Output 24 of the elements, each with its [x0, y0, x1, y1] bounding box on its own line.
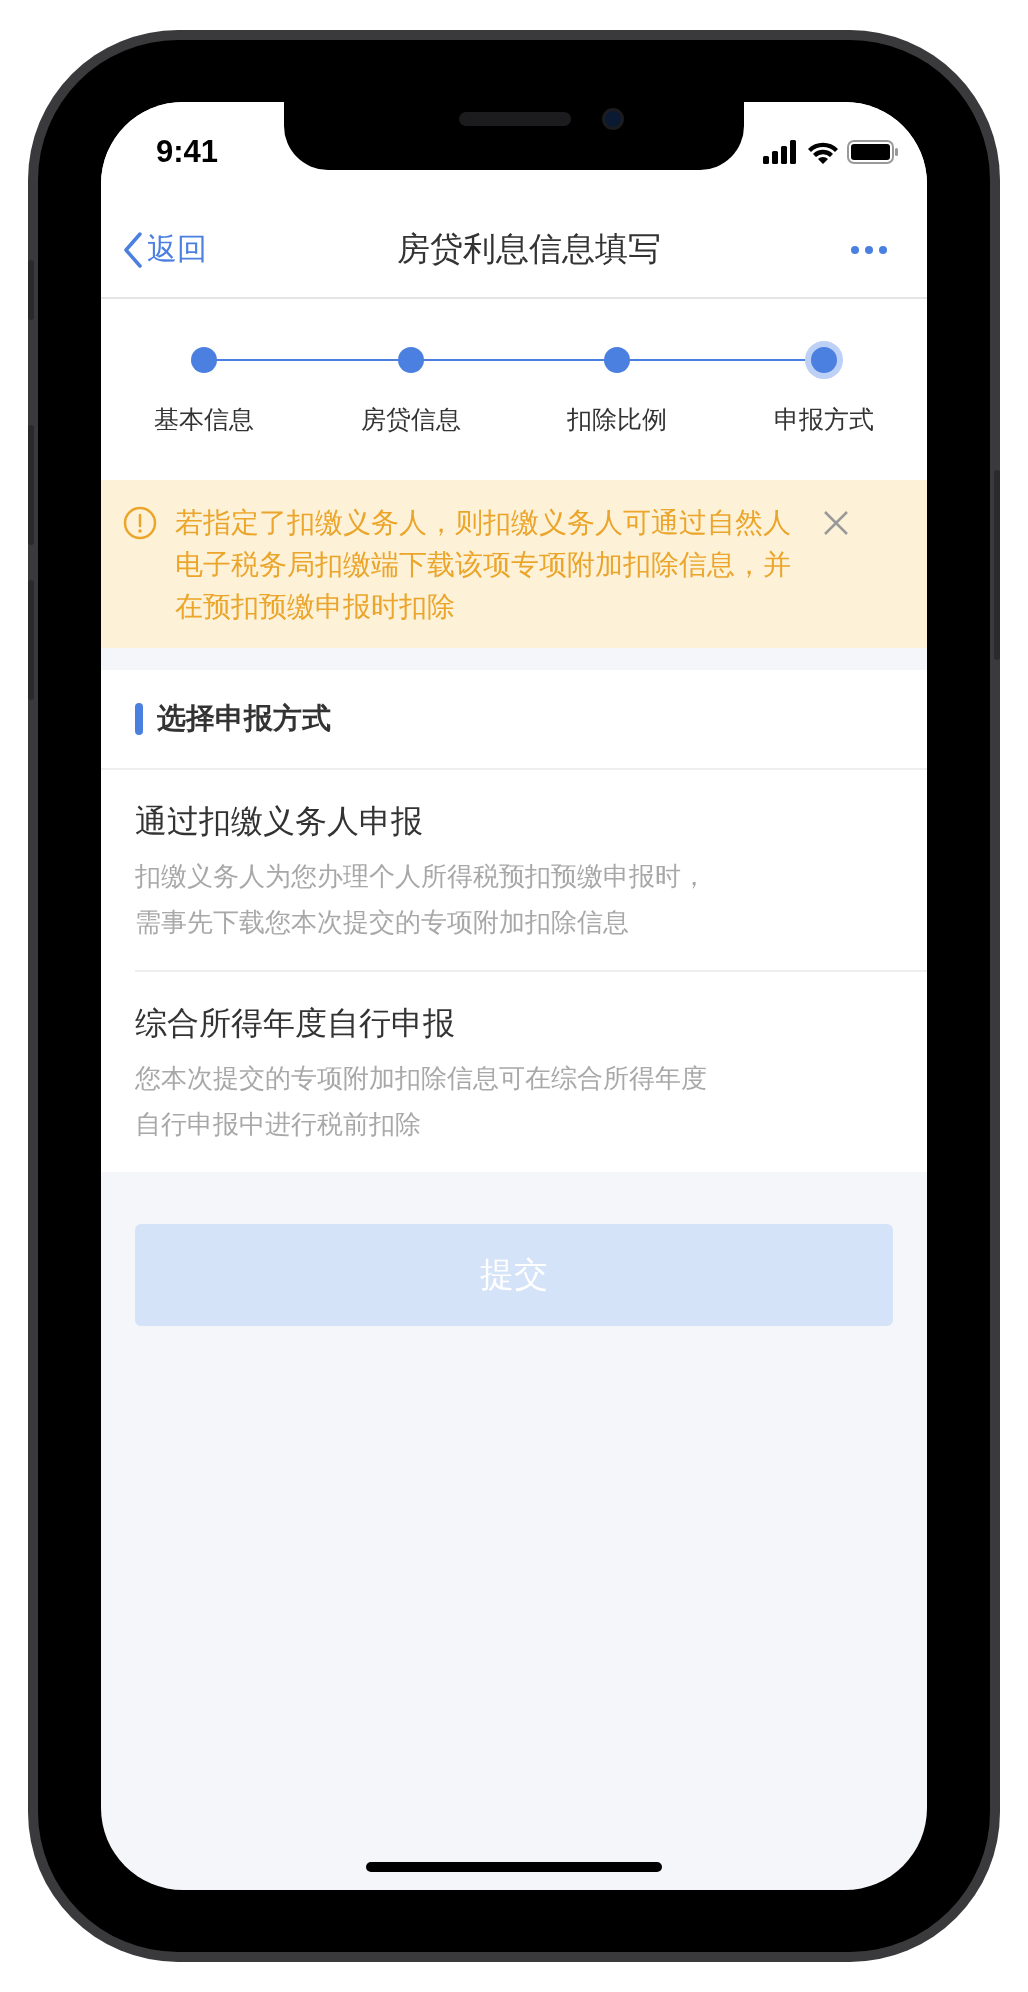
step-label: 房贷信息 — [360, 404, 461, 436]
page-title: 房贷利息信息填写 — [397, 228, 661, 270]
step-label: 申报方式 — [773, 404, 874, 436]
info-icon — [123, 506, 157, 540]
option-description: 扣缴义务人为您办理个人所得税预扣预缴申报时， — [135, 860, 707, 893]
chevron-left-icon — [123, 231, 143, 268]
battery-icon — [847, 140, 899, 164]
signal-icon — [763, 140, 799, 164]
option-description: 自行申报中进行税前扣除 — [135, 1108, 421, 1141]
option-title: 综合所得年度自行申报 — [135, 1003, 456, 1044]
close-icon — [823, 510, 849, 536]
back-button[interactable]: 返回 — [123, 229, 207, 270]
section-title: 选择申报方式 — [157, 700, 331, 737]
option-description: 需事先下载您本次提交的专项附加扣除信息 — [135, 906, 629, 939]
option-item[interactable]: 综合所得年度自行申报 您本次提交的专项附加扣除信息可在综合所得年度 自行申报中进行税前扣除 — [135, 972, 927, 1172]
step-label: 扣除比例 — [567, 404, 668, 436]
option-item[interactable]: 通过扣缴义务人申报 扣缴义务人为您办理个人所得税预扣预缴申报时， 需事先下载您本次提交的专项附加扣除信息 — [135, 770, 927, 972]
option-title: 通过扣缴义务人申报 — [135, 801, 424, 842]
section-marker — [135, 703, 143, 735]
option-description: 您本次提交的专项附加扣除信息可在综合所得年度 — [135, 1062, 707, 1095]
notice-text: 若指定了扣缴义务人，则扣缴义务人可通过自然人电子税务局扣缴端下载该项专项附加扣除信息，并在预扣预缴申报时扣除 — [175, 505, 792, 625]
wifi-icon — [807, 140, 839, 164]
step-label: 基本信息 — [154, 404, 255, 436]
status-time: 9:41 — [156, 134, 219, 170]
